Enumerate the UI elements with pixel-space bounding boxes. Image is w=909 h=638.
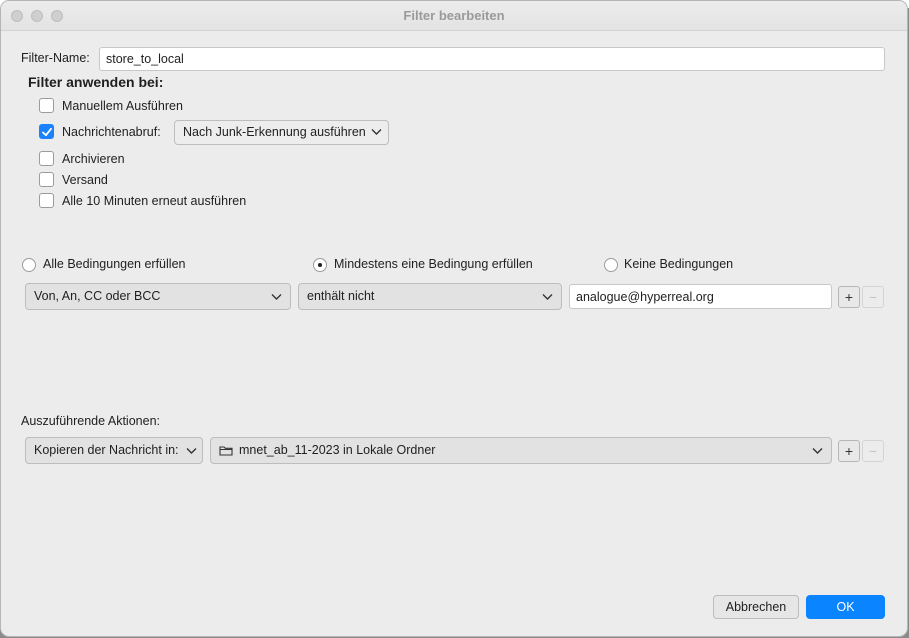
radio-no-conditions[interactable]: [604, 258, 618, 272]
fetch-timing-select[interactable]: Nach Junk-Erkennung ausführen: [174, 120, 389, 145]
chevron-down-icon: [812, 448, 823, 454]
radio-any-condition[interactable]: [313, 258, 327, 272]
action-type-value: Kopieren der Nachricht in:: [34, 443, 179, 457]
condition-value-input[interactable]: [569, 284, 832, 309]
filter-name-input[interactable]: [99, 47, 885, 71]
filter-dialog: Filter bearbeiten Filter-Name: Filter an…: [0, 0, 908, 637]
action-type-select[interactable]: Kopieren der Nachricht in:: [25, 437, 203, 464]
condition-field-select[interactable]: Von, An, CC oder BCC: [25, 283, 291, 310]
chevron-down-icon: [542, 294, 553, 300]
archive-checkbox[interactable]: [39, 151, 54, 166]
actions-label: Auszuführende Aktionen:: [21, 414, 160, 428]
chevron-down-icon: [371, 129, 382, 135]
window-title: Filter bearbeiten: [403, 8, 505, 23]
condition-operator-select[interactable]: enthält nicht: [298, 283, 562, 310]
add-action-button[interactable]: +: [838, 440, 860, 462]
archive-label: Archivieren: [62, 152, 125, 166]
radio-any-condition-label: Mindestens eine Bedingung erfüllen: [334, 257, 533, 271]
fetch-checkbox[interactable]: [39, 124, 54, 139]
add-condition-button[interactable]: +: [838, 286, 860, 308]
fetch-timing-value: Nach Junk-Erkennung ausführen: [183, 125, 366, 139]
ok-button[interactable]: OK: [806, 595, 885, 619]
radio-all-conditions[interactable]: [22, 258, 36, 272]
remove-condition-button[interactable]: −: [862, 286, 884, 308]
manual-run-label: Manuellem Ausführen: [62, 99, 183, 113]
radio-all-conditions-label: Alle Bedingungen erfüllen: [43, 257, 186, 271]
radio-no-conditions-label: Keine Bedingungen: [624, 257, 734, 271]
send-checkbox[interactable]: [39, 172, 54, 187]
title-bar: Filter bearbeiten: [1, 1, 907, 31]
folder-icon: [219, 446, 233, 456]
send-label: Versand: [62, 173, 108, 187]
chevron-down-icon: [271, 294, 282, 300]
cancel-button[interactable]: Abbrechen: [713, 595, 799, 619]
periodic-label: Alle 10 Minuten erneut ausführen: [62, 194, 247, 208]
periodic-checkbox[interactable]: [39, 193, 54, 208]
target-folder-select[interactable]: mnet_ab_11-2023 in Lokale Ordner: [210, 437, 832, 464]
condition-operator-value: enthält nicht: [307, 289, 375, 303]
filter-name-label: Filter-Name:: [21, 51, 90, 65]
condition-field-value: Von, An, CC oder BCC: [34, 289, 161, 303]
checkmark-icon: [42, 127, 52, 137]
remove-action-button[interactable]: −: [862, 440, 884, 462]
fetch-label: Nachrichtenabruf:: [62, 125, 161, 139]
manual-run-checkbox[interactable]: [39, 98, 54, 113]
target-folder-value: mnet_ab_11-2023 in Lokale Ordner: [239, 443, 436, 457]
chevron-down-icon: [186, 448, 197, 454]
apply-heading: Filter anwenden bei:: [28, 74, 164, 90]
